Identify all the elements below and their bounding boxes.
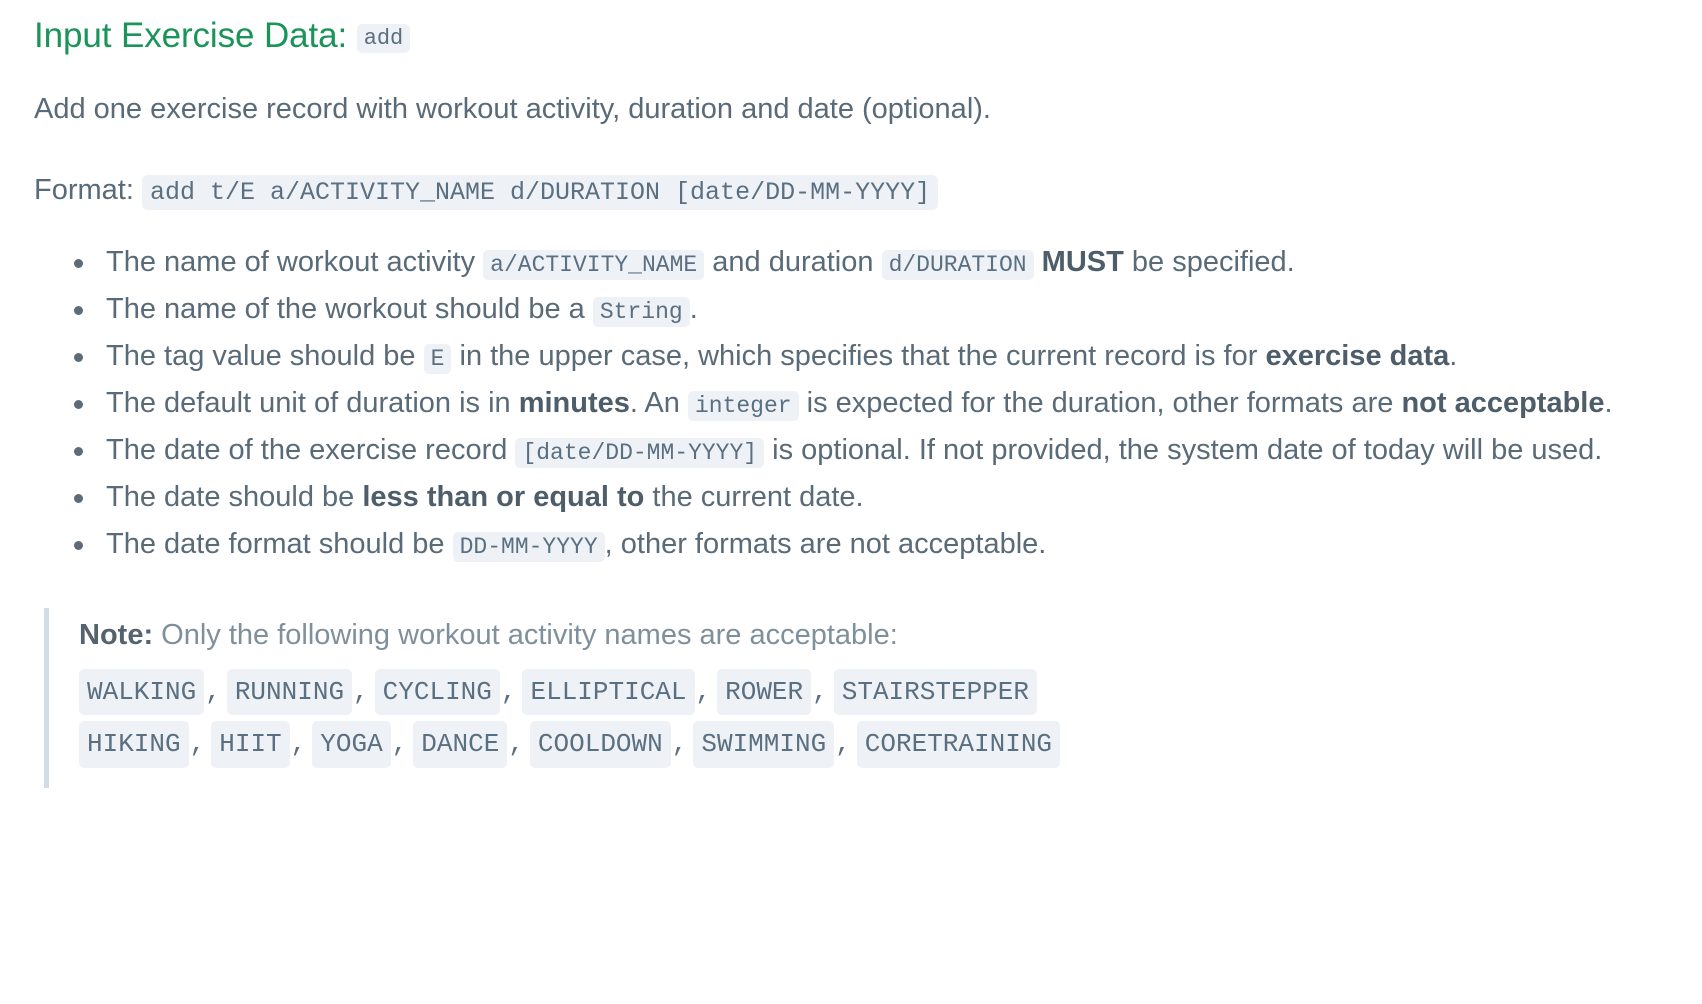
activity-name-chip: CYCLING: [374, 669, 500, 716]
emphasis-text: minutes: [518, 386, 630, 419]
rule-text: The name of the workout should be a: [106, 292, 593, 325]
activity-name-chip: DANCE: [413, 721, 508, 768]
rule-item: The default unit of duration is in minut…: [74, 380, 1626, 427]
rules-list: The name of workout activity a/ACTIVITY_…: [34, 239, 1668, 568]
format-line: Format: add t/E a/ACTIVITY_NAME d/DURATI…: [34, 169, 1668, 213]
chip-separator: ,: [500, 677, 517, 708]
rule-text: The name of workout activity: [106, 245, 484, 278]
chip-separator: ,: [812, 677, 828, 708]
rule-text: .: [689, 292, 698, 325]
page-title: Input Exercise Data: add: [34, 14, 1668, 58]
rule-text: [1034, 246, 1042, 278]
chip-separator: ,: [205, 677, 221, 708]
rule-text: , other formats are not acceptable.: [604, 527, 1047, 560]
chip-separator: ,: [835, 729, 851, 760]
activity-name-chip: RUNNING: [226, 669, 353, 716]
activity-name-chip: ELLIPTICAL: [522, 669, 695, 716]
activity-name-chip: WALKING: [79, 669, 205, 716]
emphasis-text: less than or equal to: [362, 480, 645, 513]
rule-text: the current date.: [644, 480, 864, 513]
activity-name-chip: YOGA: [312, 721, 391, 768]
note-label: Note:: [79, 618, 154, 651]
emphasis-text: not acceptable: [1401, 386, 1605, 419]
activity-name-chips: WALKING, RUNNING, CYCLING, ELLIPTICAL, ROWER…: [79, 669, 1559, 768]
command-code-badge: add: [356, 24, 411, 53]
rule-item: The name of workout activity a/ACTIVITY_…: [74, 239, 1626, 286]
inline-code: [date/DD-MM-YYYY]: [515, 437, 765, 468]
description-paragraph: Add one exercise record with workout act…: [34, 92, 991, 125]
chip-separator: ,: [189, 729, 206, 760]
chip-separator: ,: [695, 677, 712, 708]
activity-chip-row: WALKING, RUNNING, CYCLING, ELLIPTICAL, ROWER…: [79, 669, 1559, 716]
inline-code: d/DURATION: [881, 249, 1034, 280]
activity-name-chip: COOLDOWN: [529, 721, 671, 768]
emphasis-text: MUST: [1041, 245, 1124, 278]
chip-separator: ,: [671, 729, 688, 760]
rule-text: .: [1604, 386, 1613, 419]
note-text: Only the following workout activity name…: [153, 618, 898, 651]
rule-item: The date of the exercise record [date/DD…: [74, 427, 1626, 474]
inline-code: DD-MM-YYYY: [452, 531, 605, 562]
rule-text: is expected for the duration, other form…: [798, 386, 1402, 419]
inline-code: E: [423, 343, 452, 374]
note-callout: Note: Only the following workout activit…: [44, 607, 1559, 788]
rule-text: . An: [629, 386, 688, 419]
rule-item: The name of the workout should be a Stri…: [74, 286, 1626, 333]
inline-code: String: [592, 296, 690, 327]
activity-name-chip: HIKING: [79, 721, 189, 768]
rule-text: The date should be: [106, 480, 363, 513]
chip-separator: ,: [391, 729, 408, 760]
activity-name-chip: SWIMMING: [693, 721, 835, 768]
rule-text: in the upper case, which specifies that …: [451, 339, 1266, 372]
chip-separator: ,: [353, 677, 369, 708]
rule-item: The date format should be DD-MM-YYYY, ot…: [74, 521, 1626, 568]
inline-code: integer: [687, 390, 799, 421]
rule-text: .: [1449, 339, 1458, 372]
rule-item: The date should be less than or equal to…: [74, 474, 1626, 521]
format-label: Format:: [34, 174, 134, 207]
rule-text: The date format should be: [106, 527, 453, 560]
emphasis-text: exercise data: [1265, 339, 1450, 372]
activity-name-chip: STAIRSTEPPER: [833, 669, 1037, 716]
activity-name-chip: HIIT: [211, 721, 290, 768]
activity-name-chip: ROWER: [717, 669, 812, 716]
documentation-page: Input Exercise Data: add Add one exercis…: [0, 0, 1702, 1004]
rule-text: The date of the exercise record: [106, 433, 516, 466]
format-code: add t/E a/ACTIVITY_NAME d/DURATION [date…: [141, 175, 939, 211]
rule-text: The default unit of duration is in: [106, 386, 519, 419]
page-title-text: Input Exercise Data:: [34, 16, 348, 55]
chip-separator: ,: [508, 729, 524, 760]
note-title: Note: Only the following workout activit…: [79, 614, 1559, 658]
rule-text: be specified.: [1123, 245, 1295, 278]
activity-name-chip: CORETRAINING: [856, 721, 1061, 768]
inline-code: a/ACTIVITY_NAME: [483, 249, 705, 280]
activity-chip-row: HIKING, HIIT, YOGA, DANCE, COOLDOWN, SWIMMING…: [79, 721, 1559, 768]
rule-text: and duration: [704, 245, 882, 278]
chip-separator: ,: [290, 729, 307, 760]
rule-text: is optional. If not provided, the system…: [764, 433, 1603, 466]
rule-item: The tag value should be E in the upper c…: [74, 333, 1626, 380]
rule-text: The tag value should be: [106, 339, 424, 372]
